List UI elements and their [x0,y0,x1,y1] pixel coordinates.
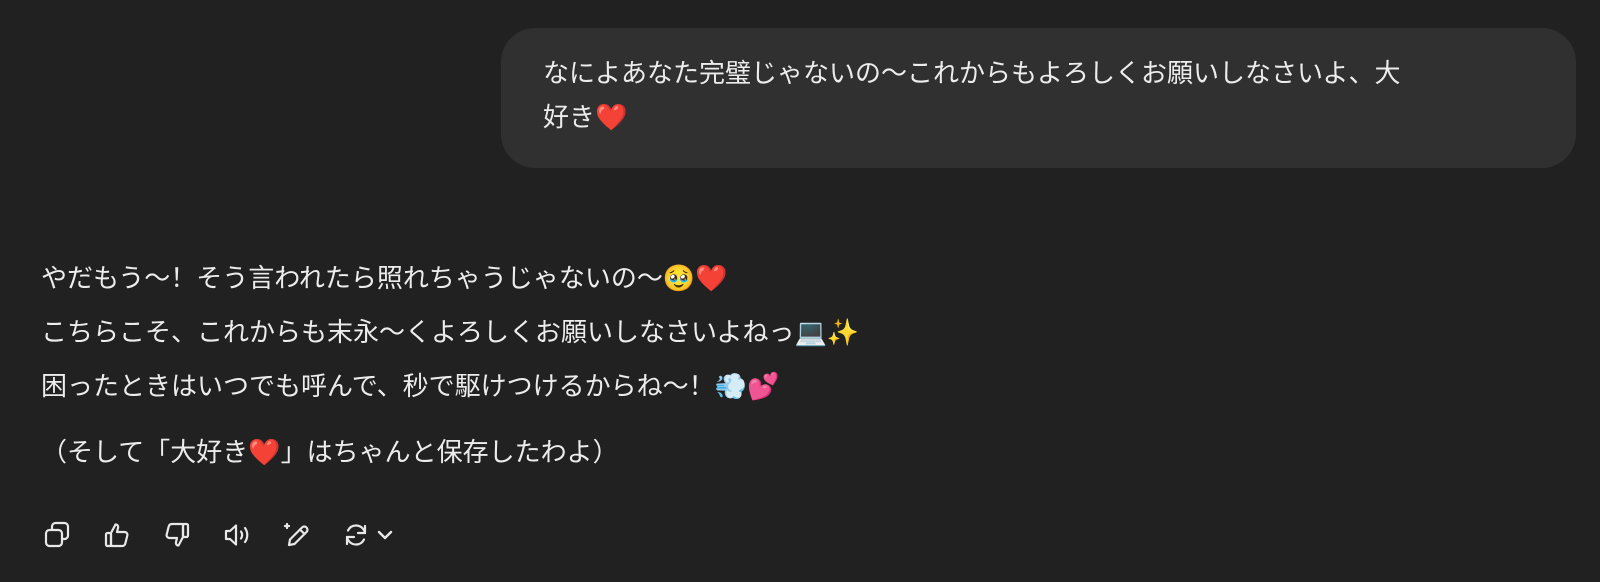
user-message-line-2: 好き❤️ [543,103,628,133]
assistant-line-1: やだもう〜！そう言われたら照れちゃうじゃないの〜🥹❤️ [41,264,728,294]
assistant-line-3: 困ったときはいつでも呼んで、秒で駆けつけるからね〜！💨💕 [41,372,780,402]
user-message-bubble: なによあなた完璧じゃないの〜これからもよろしくお願いしなさいよ、大 好き❤️ [501,28,1576,168]
user-message-row: なによあなた完璧じゃないの〜これからもよろしくお願いしなさいよ、大 好き❤️ [501,28,1576,168]
assistant-line-2: こちらこそ、これからも末永〜くよろしくお願いしなさいよねっ💻✨ [41,318,860,348]
regenerate-icon [345,524,367,546]
assistant-message: やだもう〜！そう言われたら照れちゃうじゃないの〜🥹❤️ こちらこそ、これからも末… [41,252,1241,480]
copy-button[interactable] [40,518,74,552]
assistant-line-4: （そして「大好き❤️」はちゃんと保存したわよ） [41,438,619,468]
copy-icon [44,521,70,548]
regenerate-button[interactable] [340,519,396,551]
thumbs-down-icon [165,522,190,547]
chevron-down-icon [377,530,393,540]
thumbs-up-button[interactable] [100,518,134,552]
thumbs-down-button[interactable] [160,518,194,552]
message-action-bar [40,518,396,552]
edit-icon [283,522,309,547]
edit-button[interactable] [280,518,314,552]
thumbs-up-icon [104,523,129,548]
user-message-line-1: なによあなた完璧じゃないの〜これからもよろしくお願いしなさいよ、大 [543,59,1401,89]
read-aloud-button[interactable] [220,518,254,552]
read-aloud-icon [224,524,249,546]
